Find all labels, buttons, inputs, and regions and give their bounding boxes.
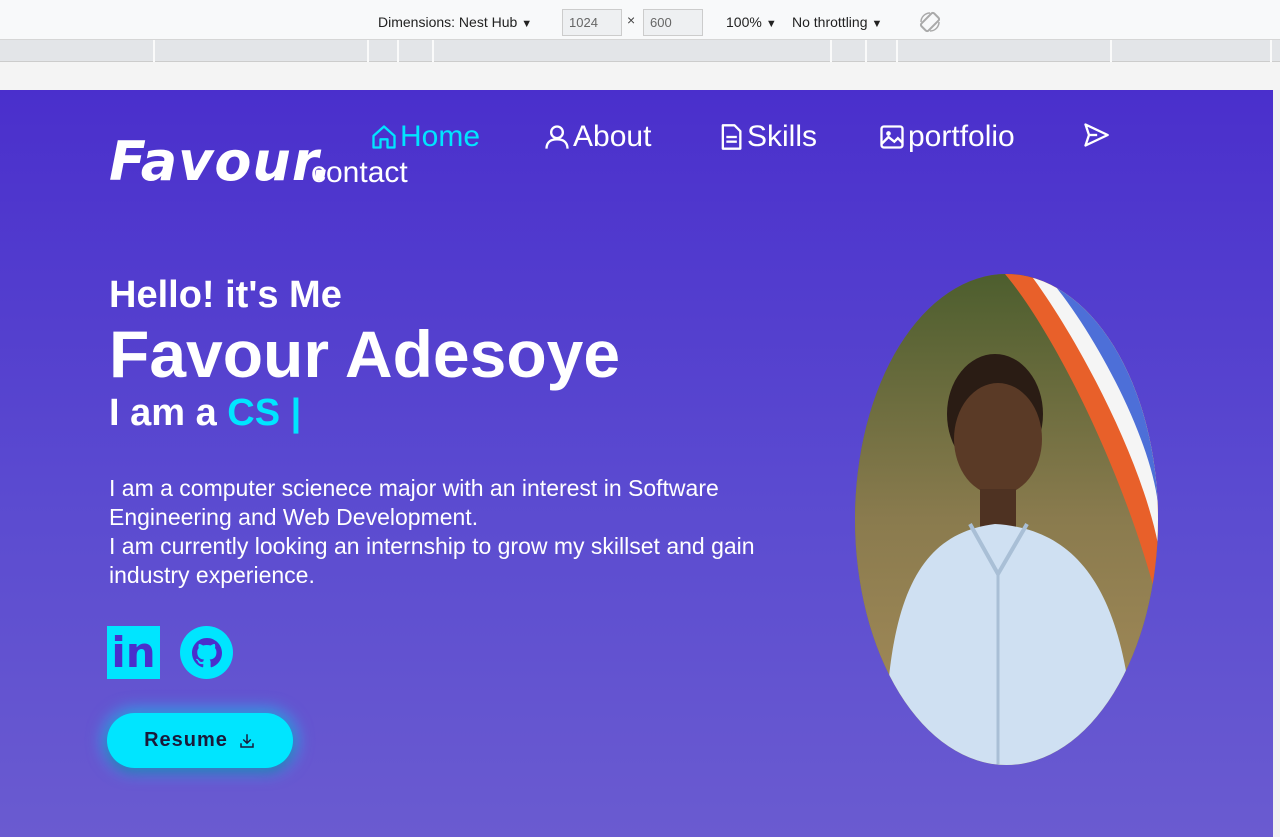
height-input[interactable]: 600 <box>643 9 703 36</box>
nav-contact-label: contact <box>311 156 408 189</box>
zoom-value: 100% <box>726 14 762 30</box>
throttling-value: No throttling <box>792 14 868 30</box>
hero-role: I am a CS | <box>109 392 301 435</box>
social-links: in <box>107 626 233 679</box>
chevron-down-icon: ▼ <box>521 18 533 30</box>
nav-contact[interactable]: contact <box>311 156 408 190</box>
nav-portfolio[interactable]: portfolio <box>878 120 1015 154</box>
portfolio-page: Favour. Home About Skills portfolio cont… <box>0 90 1273 837</box>
resume-button[interactable]: Resume <box>107 713 293 768</box>
nav-portfolio-label: portfolio <box>908 120 1015 153</box>
media-query-ruler <box>0 40 1280 62</box>
site-logo[interactable]: Favour. <box>109 130 333 193</box>
zoom-select[interactable]: 100% ▼ <box>726 0 777 40</box>
github-mark-icon <box>191 637 222 667</box>
nav-contact-icon-link[interactable] <box>1082 120 1112 150</box>
nav-about[interactable]: About <box>543 120 651 154</box>
linkedin-label: in <box>111 628 156 677</box>
resume-label: Resume <box>144 729 228 751</box>
hero-bio: I am a computer scienece major with an i… <box>109 474 829 590</box>
profile-portrait-image <box>855 274 1158 765</box>
nav-home-label: Home <box>400 120 481 153</box>
devtools-toolbar: Dimensions: Nest Hub ▼ 1024 × 600 100% ▼ N… <box>0 0 1280 40</box>
hero-greeting: Hello! it's Me <box>109 274 342 316</box>
nav-home[interactable]: Home <box>370 120 480 154</box>
device-dimensions-select[interactable]: Dimensions: Nest Hub ▼ <box>378 0 532 40</box>
hero-name: Favour Adesoye <box>109 317 621 391</box>
document-icon <box>721 124 742 150</box>
hero-role-typed: CS | <box>227 392 302 434</box>
github-icon[interactable] <box>180 626 233 679</box>
hero-bio-line-2: I am currently looking an internship to … <box>109 533 755 588</box>
profile-photo <box>855 274 1158 765</box>
nav-about-label: About <box>573 120 652 153</box>
chevron-down-icon: ▼ <box>871 18 883 30</box>
user-icon <box>545 125 569 149</box>
home-icon <box>372 125 396 149</box>
nav-skills-label: Skills <box>747 120 818 153</box>
hero-bio-line-1: I am a computer scienece major with an i… <box>109 475 719 530</box>
scrollbar[interactable] <box>1273 90 1280 837</box>
send-icon <box>1084 123 1109 147</box>
download-icon <box>240 733 254 748</box>
image-icon <box>880 125 904 149</box>
times-separator: × <box>627 12 636 28</box>
device-dimensions-label: Dimensions: Nest Hub <box>378 14 518 30</box>
linkedin-icon[interactable]: in <box>107 626 160 679</box>
rotate-icon[interactable] <box>918 10 942 34</box>
logo-text: Favour <box>109 130 312 193</box>
throttling-select[interactable]: No throttling ▼ <box>792 0 882 40</box>
viewport-margin <box>0 62 1280 90</box>
hero-role-prefix: I am a <box>109 392 228 434</box>
nav-skills[interactable]: Skills <box>717 120 817 154</box>
chevron-down-icon: ▼ <box>765 18 777 30</box>
width-input[interactable]: 1024 <box>562 9 622 36</box>
